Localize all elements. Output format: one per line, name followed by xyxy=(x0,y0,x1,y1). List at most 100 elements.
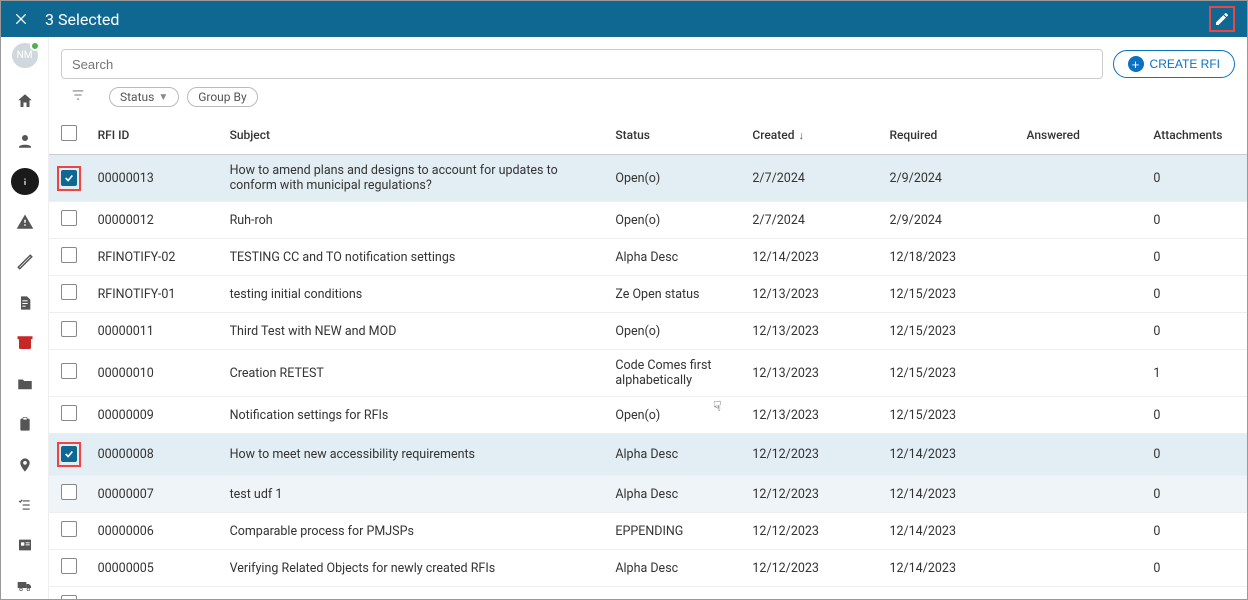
table-row[interactable]: 00000011Third Test with NEW and MODOpen(… xyxy=(49,313,1247,350)
col-answered[interactable]: Answered xyxy=(1019,115,1146,155)
row-checkbox[interactable] xyxy=(61,321,77,337)
table-row[interactable]: 00000012Ruh-rohOpen(o)2/7/20242/9/20240 xyxy=(49,202,1247,239)
col-attachments[interactable]: Attachments xyxy=(1145,115,1247,155)
rfi-status: Alpha Desc xyxy=(607,434,744,476)
search-input[interactable] xyxy=(61,49,1103,79)
status-filter-chip[interactable]: Status▼ xyxy=(109,87,179,107)
rfi-answered xyxy=(1019,476,1146,513)
rfi-id: 00000004 xyxy=(90,587,222,600)
nav-checklist[interactable] xyxy=(11,492,39,518)
nav-user[interactable] xyxy=(11,128,39,154)
rfi-attachments: 0 xyxy=(1145,397,1247,434)
table-row[interactable]: 00000008How to meet new accessibility re… xyxy=(49,434,1247,476)
nav-location[interactable] xyxy=(11,451,39,477)
groupby-chip[interactable]: Group By xyxy=(187,87,257,107)
rfi-id: 00000009 xyxy=(90,397,222,434)
table-row[interactable]: 00000010Creation RETESTCode Comes first … xyxy=(49,350,1247,397)
table-row[interactable]: 00000006Comparable process for PMJSPsEPP… xyxy=(49,513,1247,550)
col-subject[interactable]: Subject xyxy=(222,115,608,155)
table-row[interactable]: 00000007test udf 1Alpha Desc12/12/202312… xyxy=(49,476,1247,513)
table-row[interactable]: 00000013How to amend plans and designs t… xyxy=(49,155,1247,202)
filter-icon[interactable] xyxy=(69,88,87,106)
rfi-attachments: 0 xyxy=(1145,155,1247,202)
rfi-attachments: 0 xyxy=(1145,587,1247,600)
edit-selected-button[interactable] xyxy=(1209,6,1235,32)
row-checkbox[interactable] xyxy=(61,558,77,574)
nav-clipboard[interactable] xyxy=(11,411,39,437)
rfi-attachments: 0 xyxy=(1145,202,1247,239)
rfi-answered xyxy=(1019,350,1146,397)
nav-warning[interactable] xyxy=(11,209,39,235)
col-status[interactable]: Status xyxy=(607,115,744,155)
nav-folder[interactable] xyxy=(11,370,39,396)
row-checkbox[interactable] xyxy=(61,247,77,263)
rfi-required: 12/15/2023 xyxy=(881,313,1018,350)
nav-ruler[interactable] xyxy=(11,249,39,275)
rfi-attachments: 0 xyxy=(1145,239,1247,276)
rfi-subject: test udf 1 xyxy=(222,476,608,513)
table-row[interactable]: RFINOTIFY-01testing initial conditionsZe… xyxy=(49,276,1247,313)
row-checkbox[interactable] xyxy=(61,363,77,379)
rfi-created: 12/12/2023 xyxy=(744,476,881,513)
rfi-answered xyxy=(1019,155,1146,202)
table-row[interactable]: 00000005Verifying Related Objects for ne… xyxy=(49,550,1247,587)
rfi-answered xyxy=(1019,550,1146,587)
row-checkbox[interactable] xyxy=(61,595,77,599)
nav-news[interactable] xyxy=(11,532,39,558)
rfi-created: 12/13/2023 xyxy=(744,313,881,350)
rfi-answered xyxy=(1019,313,1146,350)
rfi-answered xyxy=(1019,239,1146,276)
row-checkbox[interactable] xyxy=(61,210,77,226)
rfi-subject: Ruh-roh xyxy=(222,202,608,239)
table-row[interactable]: RFINOTIFY-02TESTING CC and TO notificati… xyxy=(49,239,1247,276)
row-checkbox[interactable] xyxy=(61,521,77,537)
selection-title: 3 Selected xyxy=(45,10,119,29)
rfi-id: 00000010 xyxy=(90,350,222,397)
nav-doc[interactable] xyxy=(11,290,39,316)
rfi-required: 2/9/2024 xyxy=(881,202,1018,239)
rfi-id: RFINOTIFY-01 xyxy=(90,276,222,313)
row-checkbox[interactable] xyxy=(61,405,77,421)
table-row[interactable]: 00000004New record for UE field exampleA… xyxy=(49,587,1247,600)
selection-topbar: 3 Selected xyxy=(1,1,1247,37)
rfi-subject: How to amend plans and designs to accoun… xyxy=(222,155,608,202)
select-all-checkbox[interactable] xyxy=(61,125,77,141)
rfi-required: 2/9/2024 xyxy=(881,155,1018,202)
col-required[interactable]: Required xyxy=(881,115,1018,155)
close-button[interactable] xyxy=(11,9,31,29)
nav-alert[interactable] xyxy=(11,330,39,356)
rfi-created: 12/13/2023 xyxy=(744,350,881,397)
rfi-required: 12/15/2023 xyxy=(881,350,1018,397)
create-rfi-button[interactable]: +CREATE RFI xyxy=(1113,50,1235,78)
rfi-created: 12/13/2023 xyxy=(744,276,881,313)
row-checkbox[interactable] xyxy=(61,446,77,462)
left-nav: NM xyxy=(1,37,49,599)
row-checkbox[interactable] xyxy=(61,284,77,300)
row-checkbox[interactable] xyxy=(61,170,77,186)
rfi-status: Alpha Desc xyxy=(607,239,744,276)
nav-home[interactable] xyxy=(11,88,39,114)
rfi-created: 12/14/2023 xyxy=(744,239,881,276)
rfi-created: 12/12/2023 xyxy=(744,587,881,600)
avatar[interactable]: NM xyxy=(12,43,38,68)
row-checkbox[interactable] xyxy=(61,484,77,500)
table-row[interactable]: 00000009Notification settings for RFIsOp… xyxy=(49,397,1247,434)
presence-dot xyxy=(30,41,40,51)
rfi-status: EPPENDING xyxy=(607,513,744,550)
rfi-attachments: 1 xyxy=(1145,350,1247,397)
rfi-required: 12/14/2023 xyxy=(881,434,1018,476)
rfi-id: 00000012 xyxy=(90,202,222,239)
rfi-answered xyxy=(1019,202,1146,239)
rfi-required: 12/14/2023 xyxy=(881,513,1018,550)
rfi-id: 00000007 xyxy=(90,476,222,513)
nav-truck[interactable] xyxy=(11,573,39,599)
nav-info[interactable] xyxy=(11,168,39,194)
rfi-attachments: 0 xyxy=(1145,276,1247,313)
rfi-attachments: 0 xyxy=(1145,434,1247,476)
rfi-created: 12/13/2023 xyxy=(744,397,881,434)
col-created[interactable]: Created↓ xyxy=(744,115,881,155)
rfi-subject: New record for UE field example xyxy=(222,587,608,600)
col-id[interactable]: RFI ID xyxy=(90,115,222,155)
rfi-created: 12/12/2023 xyxy=(744,434,881,476)
rfi-subject: Comparable process for PMJSPs xyxy=(222,513,608,550)
